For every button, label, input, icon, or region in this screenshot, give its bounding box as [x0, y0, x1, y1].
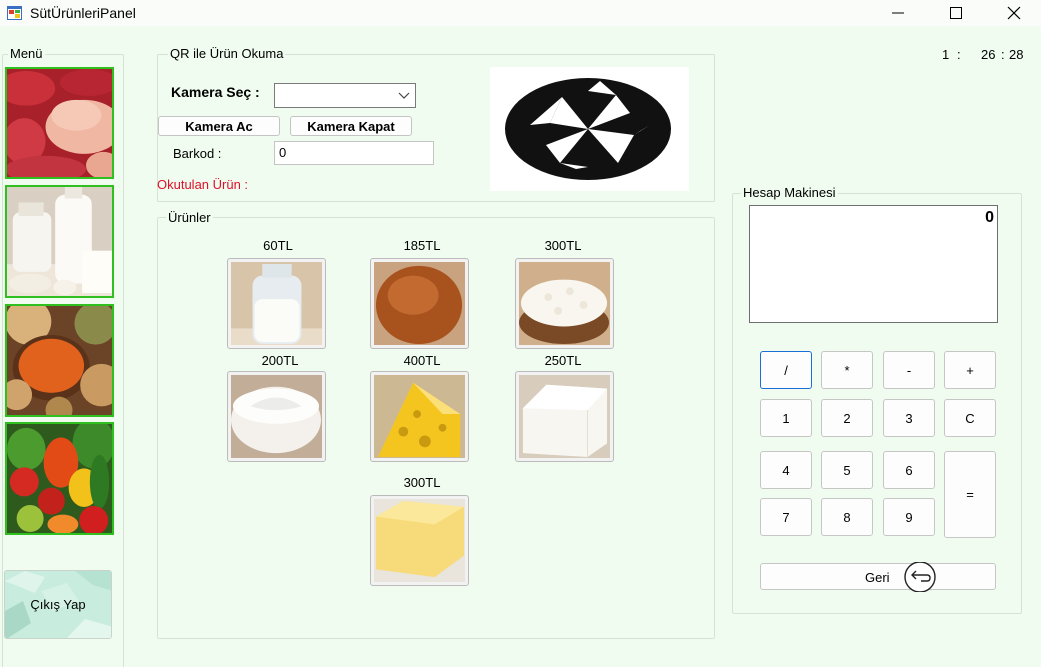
product-price: 185TL — [403, 238, 441, 253]
vegetables-image — [7, 424, 112, 533]
barcode-input[interactable]: 0 — [274, 141, 434, 165]
minimize-icon — [892, 12, 904, 14]
yellow-cheese-image — [374, 375, 465, 458]
product-price: 300TL — [544, 238, 582, 253]
product-yellow-cheese[interactable] — [370, 371, 469, 462]
qr-group-title: QR ile Ürün Okuma — [168, 46, 286, 61]
cottage-cheese-image — [519, 262, 610, 345]
calculator-group-title: Hesap Makinesi — [741, 185, 838, 200]
close-icon — [1007, 6, 1021, 20]
calc-key-label: 1 — [782, 410, 790, 426]
white-cheese-image — [519, 375, 610, 458]
product-price: 60TL — [263, 238, 293, 253]
meat-image — [7, 69, 112, 177]
egg-image — [374, 262, 465, 345]
product-price: 400TL — [403, 353, 441, 368]
calc-7-button[interactable]: 7 — [760, 498, 812, 536]
open-camera-label: Kamera Ac — [185, 118, 253, 134]
chevron-down-icon — [398, 92, 410, 99]
clock-seconds: 28 — [1009, 47, 1024, 62]
calc-8-button[interactable]: 8 — [821, 498, 873, 536]
calc-equals-button[interactable]: = — [944, 451, 996, 538]
exit-button-label: Çıkış Yap — [30, 597, 86, 612]
app-icon — [7, 6, 22, 20]
product-price: 250TL — [544, 353, 582, 368]
calc-key-label: / — [784, 362, 788, 378]
calculator-display: 0 — [749, 205, 998, 323]
calc-2-button[interactable]: 2 — [821, 399, 873, 437]
clock-minutes: 26 — [981, 47, 996, 62]
calc-4-button[interactable]: 4 — [760, 451, 812, 489]
calc-key-label: C — [965, 410, 975, 426]
menu-tile-vegetables[interactable] — [5, 422, 114, 535]
back-button[interactable]: Geri — [760, 562, 996, 592]
menu-group-title: Menü — [8, 46, 45, 61]
clock-separator: : — [957, 47, 961, 62]
clock-hours: 1 — [942, 47, 950, 62]
calc-key-label: * — [844, 362, 850, 378]
calc-5-button[interactable]: 5 — [821, 451, 873, 489]
yogurt-image — [231, 375, 322, 458]
product-milk[interactable] — [227, 258, 326, 349]
calc-multiply-button[interactable]: * — [821, 351, 873, 389]
open-camera-button[interactable]: Kamera Ac — [158, 116, 280, 136]
minimize-button[interactable] — [875, 0, 921, 26]
menu-tile-dairy[interactable] — [5, 185, 114, 298]
scanned-product-label: Okutulan Ürün : — [157, 177, 249, 192]
maximize-icon — [950, 7, 962, 19]
camera-shutter-icon — [505, 78, 671, 180]
calc-9-button[interactable]: 9 — [883, 498, 935, 536]
maximize-button[interactable] — [933, 0, 979, 26]
product-egg[interactable] — [370, 258, 469, 349]
products-group-title: Ürünler — [166, 210, 213, 225]
calc-key-label: 5 — [843, 462, 851, 478]
exit-button[interactable]: Çıkış Yap — [4, 570, 112, 639]
calc-key-label: 7 — [782, 509, 790, 525]
back-button-label: Geri — [865, 570, 890, 585]
menu-tile-meat[interactable] — [5, 67, 114, 179]
calc-clear-button[interactable]: C — [944, 399, 996, 437]
calc-key-label: 4 — [782, 462, 790, 478]
product-price: 300TL — [403, 475, 441, 490]
calc-key-label: - — [906, 362, 912, 378]
product-price: 200TL — [261, 353, 299, 368]
calc-3-button[interactable]: 3 — [883, 399, 935, 437]
back-arrow-icon — [904, 562, 936, 592]
dairy-image — [7, 187, 112, 296]
clock-separator: : — [1001, 47, 1005, 62]
close-camera-button[interactable]: Kamera Kapat — [290, 116, 412, 136]
calc-subtract-button[interactable]: - — [883, 351, 935, 389]
calc-key-label: = — [966, 487, 974, 502]
calc-6-button[interactable]: 6 — [883, 451, 935, 489]
calc-key-label: 6 — [905, 462, 913, 478]
legumes-image — [7, 306, 112, 415]
menu-tile-legumes[interactable] — [5, 304, 114, 417]
calculator-display-value: 0 — [985, 209, 994, 226]
calc-key-label: 8 — [843, 509, 851, 525]
calc-add-button[interactable]: + — [944, 351, 996, 389]
camera-preview — [490, 67, 689, 191]
calc-key-label: 3 — [905, 410, 913, 426]
milk-image — [231, 262, 322, 345]
product-butter[interactable] — [370, 495, 469, 586]
calc-1-button[interactable]: 1 — [760, 399, 812, 437]
calc-key-label: 9 — [905, 509, 913, 525]
calc-key-label: + — [966, 362, 974, 378]
camera-select-dropdown[interactable] — [274, 83, 416, 108]
close-button[interactable] — [991, 0, 1037, 26]
close-camera-label: Kamera Kapat — [307, 118, 395, 134]
title-bar: SütÜrünleriPanel — [0, 0, 1041, 26]
product-white-cheese[interactable] — [515, 371, 614, 462]
butter-image — [374, 499, 465, 582]
camera-select-label: Kamera Seç : — [171, 84, 260, 100]
barcode-label: Barkod : — [173, 146, 222, 161]
calc-key-label: 2 — [843, 410, 851, 426]
window-title: SütÜrünleriPanel — [30, 5, 136, 21]
calc-divide-button[interactable]: / — [760, 351, 812, 389]
product-cottage-cheese[interactable] — [515, 258, 614, 349]
product-yogurt[interactable] — [227, 371, 326, 462]
